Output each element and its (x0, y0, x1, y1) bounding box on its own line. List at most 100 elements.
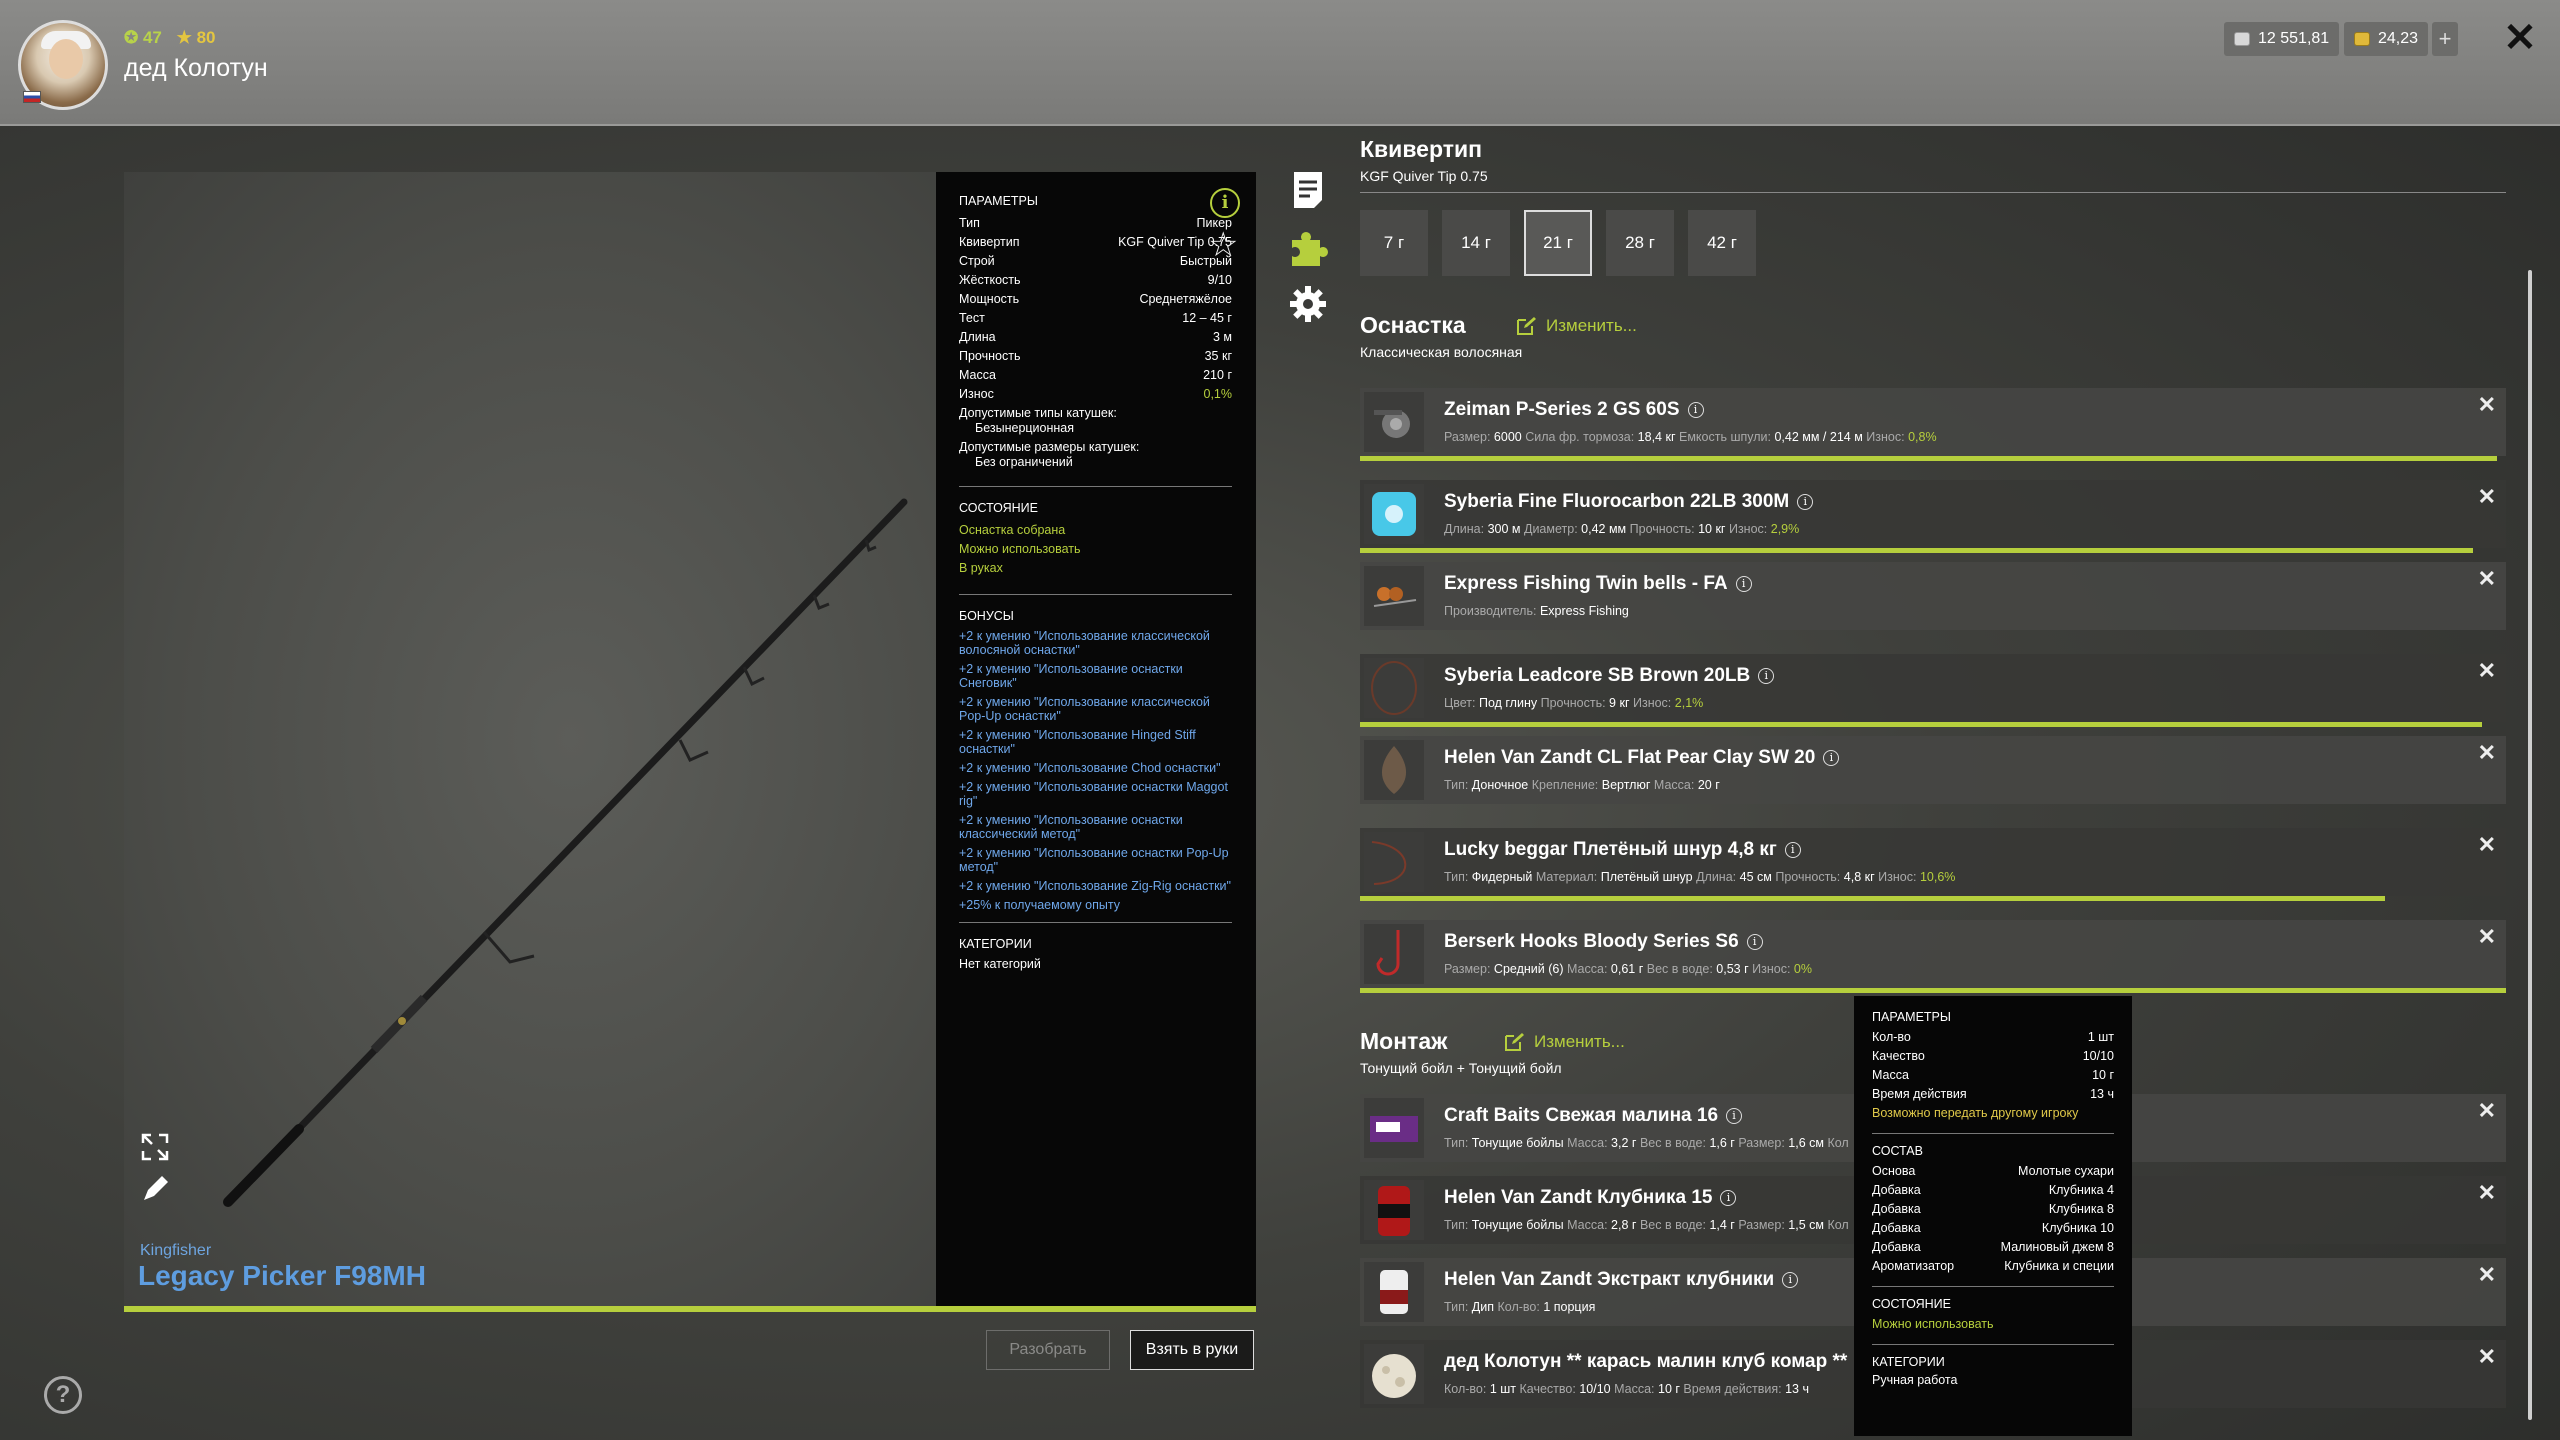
quiver-tip-option[interactable]: 28 г (1606, 210, 1674, 276)
take-in-hands-button[interactable]: Взять в руки (1130, 1330, 1254, 1370)
item-name-text: Helen Van Zandt CL Flat Pear Clay SW 20 (1444, 747, 1816, 768)
level-yellow: ★ 80 (176, 28, 216, 47)
param-key: Масса (959, 368, 996, 382)
info-icon[interactable]: i (1758, 668, 1775, 684)
item-name: Zeiman P-Series 2 GS 60S i (1444, 399, 1704, 421)
favorite-star-icon[interactable]: ☆ (1208, 228, 1238, 262)
rod-brand: Kingfisher (140, 1242, 212, 1259)
puzzle-icon[interactable] (1288, 228, 1328, 268)
meta-key: Длина: (1696, 870, 1737, 884)
bonus-item: +2 к умению "Использование оснастки Magg… (959, 780, 1228, 808)
remove-item-button[interactable]: ✕ (2478, 392, 2496, 418)
rod-preview[interactable] (124, 172, 936, 1306)
tackle-edit-label: Изменить... (1546, 316, 1637, 335)
meta-value: 0% (1793, 962, 1812, 976)
meta-value: Под глину (1478, 696, 1538, 710)
remove-item-button[interactable]: ✕ (2478, 1098, 2496, 1124)
param-row: Масса 210 г (959, 366, 1232, 385)
quiver-tip-option[interactable]: 7 г (1360, 210, 1428, 276)
tooltip-state: Можно использовать (1872, 1317, 1994, 1331)
info-icon[interactable]: i (1823, 750, 1840, 766)
item-meta: Тип: Фидерный Материал: Плетёный шнур Дл… (1444, 870, 1955, 884)
meta-value: Фидерный (1471, 870, 1533, 884)
help-icon[interactable]: ? (44, 1376, 82, 1414)
param-row: Длина 3 м (959, 328, 1232, 347)
meta-key: Прочность: (1540, 696, 1606, 710)
item-name: Helen Van Zandt Клубника 15 i (1444, 1187, 1737, 1209)
meta-value: 13 ч (1785, 1382, 1809, 1396)
tackle-edit-link[interactable]: Изменить... (1516, 316, 1637, 336)
tooltip-key: Качество (1872, 1049, 1925, 1063)
quiver-title: Квивертип (1360, 136, 1482, 162)
info-icon[interactable]: i (1210, 188, 1240, 218)
info-icon[interactable]: i (1687, 402, 1704, 418)
meta-value: 300 м (1487, 522, 1521, 536)
divider (1360, 192, 2506, 193)
meta-value: 0,61 г (1610, 962, 1644, 976)
item-meta: Кол-во: 1 шт Качество: 10/10 Масса: 10 г… (1444, 1382, 1809, 1396)
quiver-tip-option[interactable]: 42 г (1688, 210, 1756, 276)
composition-key: Добавка (1872, 1183, 1921, 1197)
top-bar: ✪ 47 ★ 80 дед Колотун 12 551,81 24,23 + … (0, 0, 2560, 126)
gear-item[interactable]: Berserk Hooks Bloody Series S6 i Размер: С… (1360, 920, 2506, 988)
meta-key: Цвет: (1444, 696, 1476, 710)
flag-icon (23, 91, 41, 103)
avatar[interactable] (18, 20, 108, 110)
gear-icon[interactable] (1288, 284, 1328, 324)
remove-item-button[interactable]: ✕ (2478, 658, 2496, 684)
info-icon[interactable]: i (1735, 576, 1752, 592)
tooltip-categories-title: КАТЕГОРИИ (1872, 1355, 1945, 1369)
gear-item[interactable]: Syberia Fine Fluorocarbon 22LB 300M i Длин… (1360, 480, 2506, 548)
description-icon[interactable] (1288, 170, 1328, 210)
item-name: Craft Baits Свежая малина 16 i (1444, 1105, 1743, 1127)
composition-key: Добавка (1872, 1240, 1921, 1254)
quiver-tip-option[interactable]: 14 г (1442, 210, 1510, 276)
meta-key: Износ: (1752, 962, 1791, 976)
gear-item[interactable]: Helen Van Zandt CL Flat Pear Clay SW 20 i… (1360, 736, 2506, 804)
info-icon[interactable]: i (1726, 1108, 1743, 1124)
state-item: Можно использовать (959, 542, 1081, 556)
add-gold-button[interactable]: + (2432, 22, 2458, 56)
gold-value: 24,23 (2378, 30, 2419, 47)
info-icon[interactable]: i (1784, 842, 1801, 858)
remove-item-button[interactable]: ✕ (2478, 1180, 2496, 1206)
rod-underline (124, 1306, 1256, 1312)
info-icon[interactable]: i (1746, 934, 1763, 950)
param-row: Износ 0,1% (959, 385, 1232, 404)
item-thumbnail (1364, 740, 1424, 800)
pencil-icon[interactable] (140, 1174, 170, 1204)
scrollbar[interactable] (2528, 270, 2532, 1420)
info-icon[interactable]: i (1720, 1190, 1737, 1206)
remove-item-button[interactable]: ✕ (2478, 1344, 2496, 1370)
gear-item[interactable]: Syberia Leadcore SB Brown 20LB i Цвет: Под… (1360, 654, 2506, 722)
remove-item-button[interactable]: ✕ (2478, 566, 2496, 592)
silver-value: 12 551,81 (2258, 30, 2330, 47)
param-value: Среднетяжёлое (1139, 292, 1232, 306)
close-icon[interactable]: ✕ (2500, 18, 2540, 58)
item-meta: Длина: 300 м Диаметр: 0,42 мм Прочность:… (1444, 522, 1799, 536)
remove-item-button[interactable]: ✕ (2478, 484, 2496, 510)
item-name-text: Helen Van Zandt Клубника 15 (1444, 1187, 1713, 1208)
remove-item-button[interactable]: ✕ (2478, 740, 2496, 766)
meta-value: 1,5 см (1788, 1218, 1824, 1232)
remove-item-button[interactable]: ✕ (2478, 924, 2496, 950)
meta-key: Износ: (1866, 430, 1905, 444)
composition-row: Ароматизатор Клубника и специи (1872, 1257, 2114, 1276)
info-icon[interactable]: i (1797, 494, 1814, 510)
info-icon[interactable]: i (1782, 1272, 1799, 1288)
item-meta: Тип: Доночное Крепление: Вертлюг Масса: … (1444, 778, 1720, 792)
disassemble-button[interactable]: Разобрать (986, 1330, 1110, 1370)
bonus-item: +2 к умению "Использование Hinged Stiff … (959, 728, 1196, 756)
meta-key: Износ: (1878, 870, 1917, 884)
quiver-tip-option-selected[interactable]: 21 г (1524, 210, 1592, 276)
remove-item-button[interactable]: ✕ (2478, 832, 2496, 858)
meta-key: Материал: (1535, 870, 1598, 884)
meta-key: Тип: (1444, 870, 1469, 884)
item-thumbnail (1364, 392, 1424, 452)
remove-item-button[interactable]: ✕ (2478, 1262, 2496, 1288)
expand-icon[interactable] (140, 1132, 170, 1162)
gear-item[interactable]: Lucky beggar Плетёный шнур 4,8 кг i Тип: Ф… (1360, 828, 2506, 896)
gear-item[interactable]: Express Fishing Twin bells - FA i Производ… (1360, 562, 2506, 630)
mount-edit-link[interactable]: Изменить... (1504, 1032, 1625, 1052)
gear-item[interactable]: Zeiman P-Series 2 GS 60S i Размер: 6000 Си… (1360, 388, 2506, 456)
